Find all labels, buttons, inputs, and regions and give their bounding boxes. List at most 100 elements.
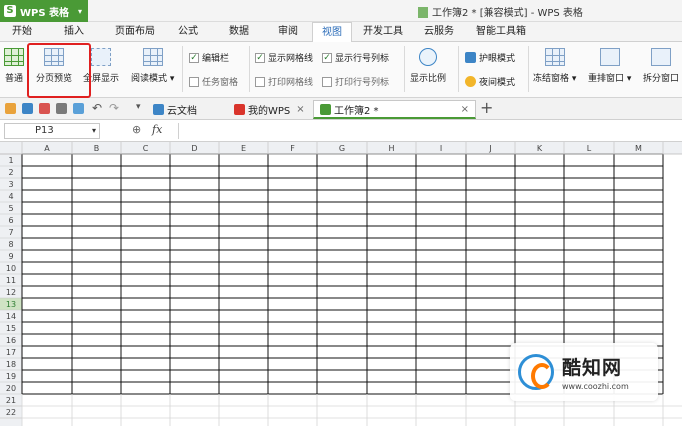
row-header[interactable]: 6 xyxy=(8,216,13,225)
close-icon[interactable]: × xyxy=(296,104,304,115)
watermark: 酷知网 www.coozhi.com xyxy=(510,343,658,401)
print-preview-icon[interactable] xyxy=(73,103,84,114)
reading-mode-icon xyxy=(142,48,163,66)
column-header[interactable]: M xyxy=(635,144,642,153)
undo-icon[interactable]: ↶ xyxy=(92,101,102,115)
column-header[interactable]: J xyxy=(488,144,491,153)
row-header[interactable]: 3 xyxy=(8,180,13,189)
rearrange-windows-button[interactable]: 重排窗口 ▾ xyxy=(588,48,631,84)
zoom-search-icon[interactable]: ⊕ xyxy=(132,123,141,136)
column-header[interactable]: I xyxy=(440,144,442,153)
name-box[interactable]: P13 ▾ xyxy=(4,123,100,139)
row-header[interactable]: 4 xyxy=(8,192,13,201)
night-mode-button[interactable]: 夜间模式 xyxy=(465,75,515,88)
menu-item[interactable]: 智能工具箱 xyxy=(470,22,532,42)
row-header[interactable]: 20 xyxy=(6,384,16,393)
row-header[interactable]: 13 xyxy=(6,300,16,309)
task-pane-checkbox[interactable]: 任务窗格 xyxy=(189,75,238,88)
new-tab-plus-icon[interactable]: + xyxy=(480,98,493,117)
freeze-panes-button[interactable]: 冻结窗格 ▾ xyxy=(533,48,576,84)
wps-logo-icon: S xyxy=(4,5,16,17)
row-header[interactable]: 16 xyxy=(6,336,16,345)
menu-item[interactable]: 插入 xyxy=(52,22,96,42)
redo-icon[interactable]: ↷ xyxy=(109,101,119,115)
row-header[interactable]: 12 xyxy=(6,288,16,297)
tab-cloud-docs[interactable]: 云文档 xyxy=(153,100,197,119)
wps-logo-icon xyxy=(234,104,245,115)
shield-icon xyxy=(465,52,476,63)
row-header[interactable]: 10 xyxy=(6,264,16,273)
eye-protect-button[interactable]: 护眼模式 xyxy=(465,51,515,64)
open-folder-icon[interactable] xyxy=(5,103,16,114)
show-gridlines-checkbox[interactable]: ✓ 显示网格线 xyxy=(255,51,313,64)
save-icon[interactable] xyxy=(22,103,33,114)
divider xyxy=(458,46,459,92)
edit-bar-checkbox[interactable]: ✓ 编辑栏 xyxy=(189,51,229,64)
row-header[interactable]: 17 xyxy=(6,348,16,357)
moon-icon xyxy=(465,76,476,87)
row-header[interactable]: 18 xyxy=(6,360,16,369)
checkmark-icon: ✓ xyxy=(189,52,199,63)
row-header[interactable]: 22 xyxy=(6,408,16,417)
export-pdf-icon[interactable] xyxy=(39,103,50,114)
print-gridlines-checkbox[interactable]: 打印网格线 xyxy=(255,75,313,88)
row-header[interactable]: 19 xyxy=(6,372,16,381)
row-header[interactable]: 14 xyxy=(6,312,16,321)
row-header[interactable]: 8 xyxy=(8,240,13,249)
tab-my-wps[interactable]: 我的WPS × xyxy=(234,100,305,119)
row-header[interactable]: 21 xyxy=(6,396,16,405)
column-header[interactable]: C xyxy=(143,144,149,153)
document-icon xyxy=(418,7,428,18)
menu-item[interactable]: 公式 xyxy=(170,22,206,42)
full-screen-button[interactable]: 全屏显示 xyxy=(83,48,119,84)
column-header[interactable]: D xyxy=(191,144,197,153)
column-header[interactable]: A xyxy=(44,144,50,153)
column-header[interactable]: G xyxy=(339,144,345,153)
row-header[interactable]: 15 xyxy=(6,324,16,333)
menu-item[interactable]: 数据 xyxy=(220,22,258,42)
menu-item[interactable]: 视图 xyxy=(312,22,352,42)
app-menu-button[interactable]: S WPS 表格 ▾ xyxy=(0,0,88,22)
row-header[interactable]: 11 xyxy=(6,276,16,285)
magnifier-icon xyxy=(419,48,437,66)
rearrange-windows-icon xyxy=(599,48,620,66)
column-header[interactable]: B xyxy=(94,144,100,153)
tab-workbook[interactable]: 工作簿2 * × xyxy=(313,100,476,119)
column-header[interactable]: F xyxy=(290,144,295,153)
menu-item[interactable]: 审阅 xyxy=(270,22,306,42)
chevron-down-icon: ▾ xyxy=(91,126,96,135)
page-break-preview-button[interactable]: 分页预览 xyxy=(36,48,72,84)
spreadsheet-icon xyxy=(320,103,331,115)
row-header[interactable]: 7 xyxy=(8,228,13,237)
normal-view-button[interactable]: 普通 xyxy=(4,48,24,84)
checkmark-icon: ✓ xyxy=(322,52,332,63)
split-window-button[interactable]: 拆分窗口 xyxy=(643,48,679,84)
cloud-doc-icon xyxy=(153,104,164,115)
print-icon[interactable] xyxy=(56,103,67,114)
divider xyxy=(182,46,183,92)
menu-item[interactable]: 开始 xyxy=(4,22,40,42)
row-header[interactable]: 5 xyxy=(8,204,13,213)
divider xyxy=(528,46,529,92)
menu-item[interactable]: 云服务 xyxy=(416,22,462,42)
column-header[interactable]: H xyxy=(388,144,394,153)
print-headers-checkbox[interactable]: 打印行号列标 xyxy=(322,75,389,88)
column-header[interactable]: K xyxy=(537,144,543,153)
watermark-url: www.coozhi.com xyxy=(562,382,629,391)
reading-mode-button[interactable]: 阅读模式 ▾ xyxy=(131,48,174,84)
column-header[interactable]: E xyxy=(241,144,246,153)
column-header[interactable]: L xyxy=(587,144,592,153)
formula-bar: P13 ▾ ⊕ fx xyxy=(0,120,682,142)
menu-item[interactable]: 开发工具 xyxy=(360,22,406,42)
row-header[interactable]: 1 xyxy=(8,156,13,165)
formula-input[interactable] xyxy=(178,123,678,139)
row-header[interactable]: 2 xyxy=(8,168,13,177)
close-icon[interactable]: × xyxy=(461,104,469,115)
chevron-down-icon[interactable]: ▾ xyxy=(136,102,141,112)
fx-icon[interactable]: fx xyxy=(152,123,162,136)
show-headers-checkbox[interactable]: ✓ 显示行号列标 xyxy=(322,51,389,64)
menu-item[interactable]: 页面布局 xyxy=(104,22,166,42)
row-header[interactable]: 9 xyxy=(8,252,13,261)
chevron-down-icon: ▾ xyxy=(169,74,175,84)
zoom-button[interactable]: 显示比例 xyxy=(410,48,446,84)
